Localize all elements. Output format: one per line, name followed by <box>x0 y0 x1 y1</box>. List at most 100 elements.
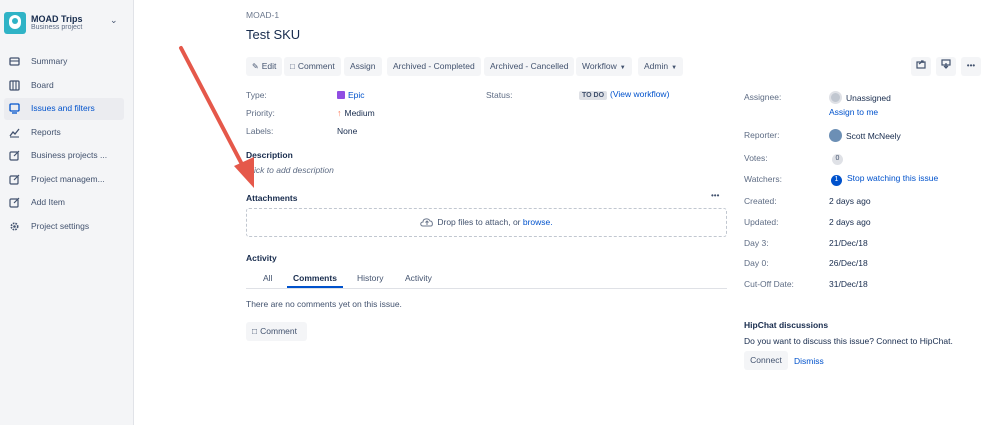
sidebar-item-project-management[interactable]: Project managem... <box>4 169 124 191</box>
sidebar-item-business-projects[interactable]: Business projects ... <box>4 145 124 167</box>
more-actions-button[interactable]: ••• <box>961 57 981 76</box>
export-icon <box>941 59 951 69</box>
sidebar-item-issues-and-filters[interactable]: Issues and filters <box>4 98 124 120</box>
day-3-label: Day 3: <box>744 238 769 248</box>
labels-value[interactable]: None <box>337 126 357 136</box>
gear-icon <box>10 222 19 231</box>
day-0-label: Day 0: <box>744 258 769 268</box>
chevron-down-icon[interactable]: ⌄ <box>110 15 118 26</box>
project-sidebar: MOAD Trips Business project ⌄ Summary Bo… <box>0 0 134 425</box>
tab-activity[interactable]: Activity <box>405 273 432 283</box>
comment-icon: □ <box>290 62 295 71</box>
sidebar-item-summary[interactable]: Summary <box>4 51 124 73</box>
status-label: Status: <box>486 90 513 100</box>
sidebar-item-label: Project managem... <box>31 174 105 184</box>
sidebar-item-add-item[interactable]: Add Item <box>4 192 124 214</box>
add-comment-button[interactable]: □ Comment <box>246 322 307 341</box>
sidebar-item-label: Issues and filters <box>31 103 95 113</box>
edit-button[interactable]: ✎ Edit <box>246 57 283 76</box>
assign-button[interactable]: Assign <box>344 57 382 76</box>
epic-icon <box>337 91 345 99</box>
tab-comments[interactable]: Comments <box>293 273 337 283</box>
board-icon <box>9 80 20 91</box>
shortcut-icon <box>9 150 20 161</box>
sidebar-item-label: Board <box>31 80 54 90</box>
shortcut-icon <box>9 197 20 208</box>
stop-watching-link[interactable]: Stop watching this issue <box>847 173 938 183</box>
tab-history[interactable]: History <box>357 273 383 283</box>
reports-icon <box>9 128 20 138</box>
comment-icon: □ <box>252 326 258 336</box>
view-workflow-link[interactable]: (View workflow) <box>610 89 669 99</box>
tab-divider <box>246 288 727 289</box>
type-value[interactable]: Epic <box>337 90 365 100</box>
project-name: MOAD Trips <box>31 14 83 24</box>
chevron-down-icon: ▼ <box>671 65 678 71</box>
workflow-dropdown[interactable]: Workflow ▼ <box>576 57 632 76</box>
sidebar-item-label: Add Item <box>31 197 66 207</box>
dismiss-link[interactable]: Dismiss <box>794 356 824 366</box>
assignee-label: Assignee: <box>744 92 782 102</box>
status-badge: TO DO <box>579 91 608 100</box>
shortcut-icon <box>9 174 20 185</box>
watchers-label: Watchers: <box>744 174 782 184</box>
status-value: TO DO (View workflow) <box>579 89 669 100</box>
reporter-value[interactable]: Scott McNeely <box>829 129 901 142</box>
project-avatar-icon <box>4 12 26 34</box>
summary-icon <box>9 57 20 66</box>
page-title[interactable]: Test SKU <box>246 27 300 42</box>
created-value: 2 days ago <box>829 196 871 206</box>
sidebar-item-label: Project settings <box>31 221 90 231</box>
tab-all[interactable]: All <box>263 273 272 283</box>
watchers-count-badge[interactable]: 1 <box>831 175 842 186</box>
attachment-dropzone[interactable]: Drop files to attach, or browse. <box>246 208 727 237</box>
avatar <box>829 129 842 142</box>
archived-completed-button[interactable]: Archived - Completed <box>387 57 481 76</box>
no-comments-text: There are no comments yet on this issue. <box>246 299 402 309</box>
cut-off-date-value[interactable]: 31/Dec/18 <box>829 279 868 289</box>
votes-count-badge[interactable]: 0 <box>832 152 843 165</box>
project-type: Business project <box>31 24 83 31</box>
export-button[interactable] <box>936 57 956 76</box>
votes-label: Votes: <box>744 153 768 163</box>
assign-to-me-link[interactable]: Assign to me <box>829 107 878 117</box>
cloud-upload-icon <box>420 218 434 227</box>
cut-off-date-label: Cut-Off Date: <box>744 279 794 289</box>
sidebar-item-board[interactable]: Board <box>4 75 124 97</box>
breadcrumb-issue-key[interactable]: MOAD-1 <box>246 10 279 20</box>
hipchat-heading: HipChat discussions <box>744 320 829 330</box>
attachments-heading: Attachments <box>246 193 298 203</box>
activity-heading: Activity <box>246 253 277 263</box>
description-field[interactable]: Click to add description <box>246 165 334 175</box>
project-header[interactable]: MOAD Trips Business project ⌄ <box>4 11 130 37</box>
sidebar-item-label: Business projects ... <box>31 150 108 160</box>
share-button[interactable] <box>911 57 931 76</box>
sidebar-item-reports[interactable]: Reports <box>4 122 124 144</box>
active-tab-indicator <box>287 286 343 288</box>
admin-dropdown[interactable]: Admin ▼ <box>638 57 684 76</box>
hipchat-text: Do you want to discuss this issue? Conne… <box>744 336 953 346</box>
attachments-more-button[interactable]: ••• <box>711 191 719 200</box>
chevron-down-icon: ▼ <box>619 65 626 71</box>
sidebar-item-label: Summary <box>31 56 68 66</box>
day-0-value[interactable]: 26/Dec/18 <box>829 258 868 268</box>
priority-medium-icon: ↑ <box>337 108 342 118</box>
labels-label: Labels: <box>246 126 274 136</box>
description-heading: Description <box>246 150 293 160</box>
created-label: Created: <box>744 196 777 206</box>
watchers-value: 1 Stop watching this issue <box>831 173 938 186</box>
updated-label: Updated: <box>744 217 779 227</box>
assignee-value[interactable]: Unassigned <box>829 91 891 104</box>
pencil-icon: ✎ <box>252 62 259 71</box>
browse-link[interactable]: browse. <box>523 217 553 227</box>
reporter-label: Reporter: <box>744 130 780 140</box>
share-icon <box>916 60 926 69</box>
sidebar-item-project-settings[interactable]: Project settings <box>4 216 124 238</box>
type-label: Type: <box>246 90 267 100</box>
archived-cancelled-button[interactable]: Archived - Cancelled <box>484 57 575 76</box>
day-3-value[interactable]: 21/Dec/18 <box>829 238 868 248</box>
priority-label: Priority: <box>246 108 275 118</box>
connect-button[interactable]: Connect <box>744 351 788 370</box>
comment-button[interactable]: □ Comment <box>284 57 341 76</box>
priority-value[interactable]: ↑ Medium <box>337 108 375 118</box>
